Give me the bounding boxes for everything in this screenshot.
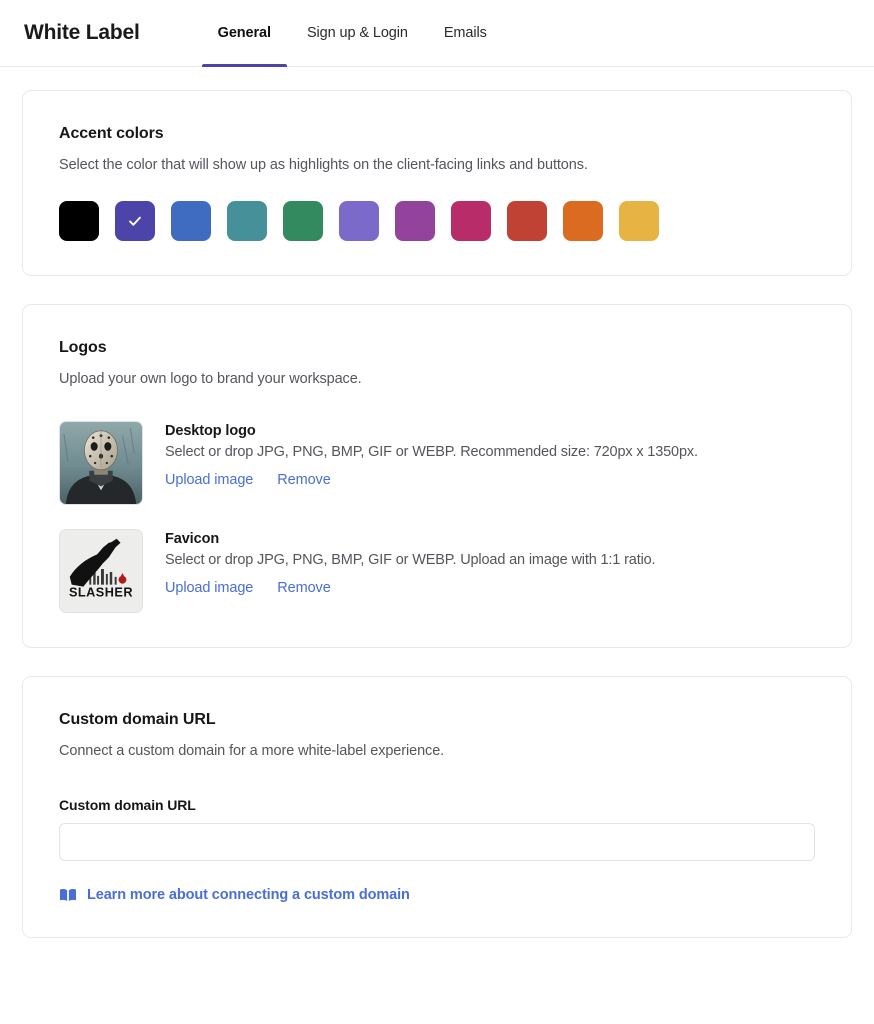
favicon-info: Favicon Select or drop JPG, PNG, BMP, GI… — [165, 529, 655, 596]
favicon-logo-text: SLASHER — [69, 585, 133, 599]
accent-colors-heading: Accent colors — [59, 125, 815, 143]
tab-general-label: General — [218, 25, 271, 41]
color-swatch-orange[interactable] — [563, 201, 603, 241]
accent-colors-description: Select the color that will show up as hi… — [59, 157, 815, 173]
tab-general[interactable]: General — [200, 0, 289, 67]
custom-domain-description: Connect a custom domain for a more white… — [59, 743, 815, 759]
color-swatch-purple[interactable] — [395, 201, 435, 241]
tab-bar: General Sign up & Login Emails — [200, 0, 505, 67]
tab-emails[interactable]: Emails — [426, 0, 505, 67]
custom-domain-heading: Custom domain URL — [59, 711, 815, 729]
desktop-logo-name: Desktop logo — [165, 423, 698, 439]
desktop-logo-remove-button[interactable]: Remove — [277, 472, 330, 488]
learn-more-link[interactable]: Learn more about connecting a custom dom… — [59, 887, 815, 903]
tab-emails-label: Emails — [444, 25, 487, 41]
check-icon — [126, 212, 144, 230]
page-header: White Label General Sign up & Login Emai… — [0, 0, 874, 67]
color-swatch-teal[interactable] — [227, 201, 267, 241]
accent-colors-card: Accent colors Select the color that will… — [22, 90, 852, 276]
accent-color-swatch-list — [59, 201, 815, 241]
custom-domain-field-label: Custom domain URL — [59, 797, 815, 813]
desktop-logo-thumbnail[interactable] — [59, 421, 143, 505]
white-label-settings-page: White Label General Sign up & Login Emai… — [0, 0, 874, 1024]
favicon-thumbnail[interactable]: SLASHER — [59, 529, 143, 613]
book-icon — [59, 888, 77, 902]
masked-figure-image — [60, 422, 142, 504]
color-swatch-black[interactable] — [59, 201, 99, 241]
color-swatch-magenta[interactable] — [451, 201, 491, 241]
favicon-name: Favicon — [165, 531, 655, 547]
desktop-logo-actions: Upload image Remove — [165, 472, 698, 488]
logo-row-desktop: Desktop logo Select or drop JPG, PNG, BM… — [59, 421, 815, 505]
color-swatch-red[interactable] — [507, 201, 547, 241]
page-title: White Label — [24, 21, 140, 45]
slasher-logo-image: SLASHER — [60, 530, 142, 612]
desktop-logo-description: Select or drop JPG, PNG, BMP, GIF or WEB… — [165, 444, 698, 460]
learn-more-label: Learn more about connecting a custom dom… — [87, 887, 410, 903]
desktop-logo-upload-button[interactable]: Upload image — [165, 472, 253, 488]
favicon-actions: Upload image Remove — [165, 580, 655, 596]
logos-card: Logos Upload your own logo to brand your… — [22, 304, 852, 648]
desktop-logo-info: Desktop logo Select or drop JPG, PNG, BM… — [165, 421, 698, 488]
color-swatch-light-purple[interactable] — [339, 201, 379, 241]
color-swatch-yellow[interactable] — [619, 201, 659, 241]
color-swatch-blue[interactable] — [171, 201, 211, 241]
logos-heading: Logos — [59, 339, 815, 357]
color-swatch-indigo[interactable] — [115, 201, 155, 241]
custom-domain-card: Custom domain URL Connect a custom domai… — [22, 676, 852, 938]
tab-signup-login-label: Sign up & Login — [307, 25, 408, 41]
favicon-upload-button[interactable]: Upload image — [165, 580, 253, 596]
favicon-description: Select or drop JPG, PNG, BMP, GIF or WEB… — [165, 552, 655, 568]
tab-signup-login[interactable]: Sign up & Login — [289, 0, 426, 67]
logos-description: Upload your own logo to brand your works… — [59, 371, 815, 387]
settings-content: Accent colors Select the color that will… — [0, 67, 874, 938]
favicon-remove-button[interactable]: Remove — [277, 580, 330, 596]
logo-row-favicon: SLASHER Favicon Select or drop JPG, PNG,… — [59, 529, 815, 613]
color-swatch-green[interactable] — [283, 201, 323, 241]
custom-domain-input[interactable] — [59, 823, 815, 861]
